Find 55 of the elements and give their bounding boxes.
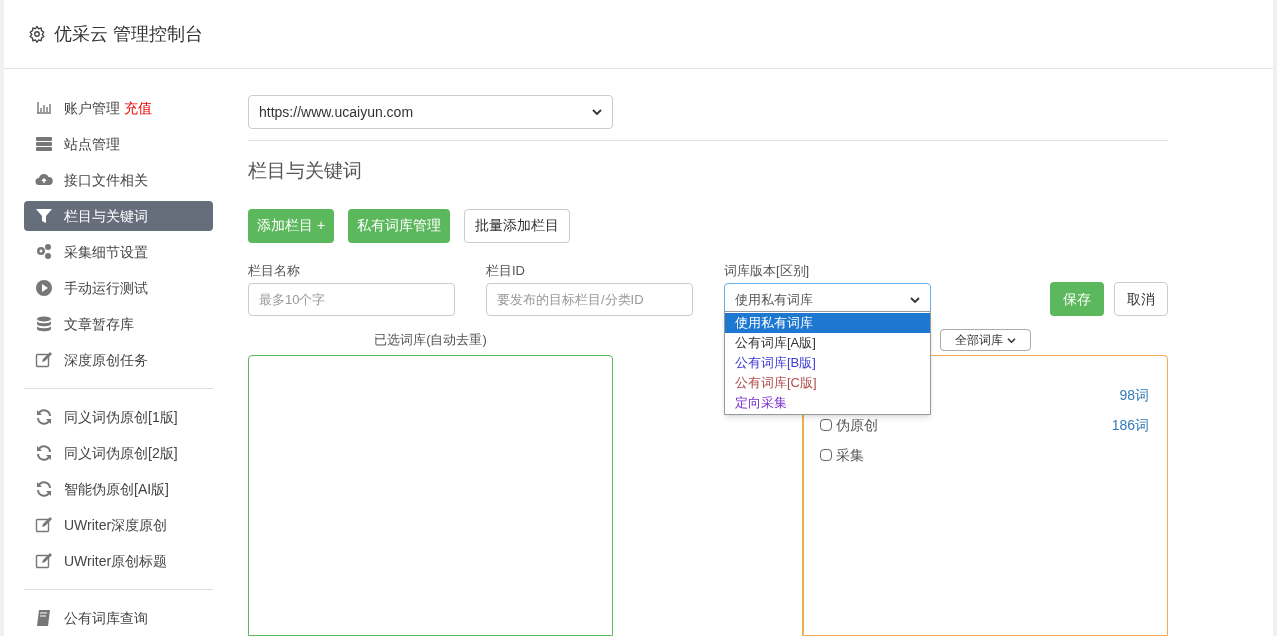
gears-icon — [35, 243, 53, 261]
word-count: 98词 — [1119, 385, 1149, 405]
sidebar-item[interactable]: 深度原创任务 — [24, 345, 213, 375]
filter-icon — [35, 207, 53, 225]
toolbar-button[interactable]: 批量添加栏目 — [464, 208, 571, 243]
sidebar-item[interactable]: 手动运行测试 — [24, 273, 213, 303]
checkbox[interactable] — [820, 419, 832, 431]
cancel-button[interactable]: 取消 — [1114, 282, 1168, 316]
sidebar-item[interactable]: 站点管理 — [24, 129, 213, 159]
library-filter-select[interactable]: 全部词库 — [940, 329, 1031, 351]
sidebar-item[interactable]: 同义词伪原创[1版] — [24, 402, 213, 432]
word-count: 186词 — [1111, 415, 1149, 435]
chevron-down-icon — [592, 108, 602, 116]
refresh-icon — [35, 444, 53, 462]
chevron-down-icon — [1007, 336, 1016, 344]
library-name: 伪原创 — [836, 415, 878, 435]
book-icon — [35, 609, 53, 627]
input-field[interactable]: 要发布的目标栏目/分类ID — [486, 283, 693, 316]
sidebar-item[interactable]: 栏目与关键词 — [24, 201, 213, 231]
checkbox[interactable] — [820, 449, 832, 461]
sidebar-item[interactable]: UWriter深度原创 — [24, 510, 213, 540]
dropdown-option[interactable]: 公有词库[C版] — [725, 372, 930, 393]
field-label: 栏目名称 — [248, 261, 301, 280]
sidebar-item[interactable]: 文章暂存库 — [24, 309, 213, 339]
recharge-link[interactable]: 充值 — [124, 97, 152, 119]
field-label: 词库版本[区别] — [724, 261, 811, 280]
field-label: 栏目ID — [486, 261, 526, 280]
site-select[interactable]: https://www.ucaiyun.com — [248, 95, 613, 129]
dropdown-option[interactable]: 使用私有词库 — [725, 312, 930, 333]
sidebar-item[interactable]: 公有词库查询 — [24, 603, 213, 633]
edit-icon — [35, 516, 53, 534]
refresh-icon — [35, 408, 53, 426]
sidebar-item[interactable]: 接口文件相关 — [24, 165, 213, 195]
sidebar-item[interactable]: 采集细节设置 — [24, 237, 213, 267]
input-field[interactable]: 最多10个字 — [248, 283, 455, 316]
chevron-down-icon — [910, 295, 920, 304]
library-name: 采集 — [836, 445, 864, 465]
settings-icon — [28, 25, 46, 43]
sidebar-item[interactable]: 智能伪原创[AI版] — [24, 474, 213, 504]
section-title: 栏目与关键词 — [248, 159, 363, 183]
edit-icon — [35, 552, 53, 570]
refresh-icon — [35, 480, 53, 498]
app-title: 优采云 管理控制台 — [54, 22, 203, 46]
bar-chart-icon — [35, 99, 53, 117]
dropdown-option[interactable]: 公有词库[B版] — [725, 352, 930, 373]
edit-icon — [35, 351, 53, 369]
dropdown-option[interactable]: 定向采集 — [725, 392, 930, 413]
dropdown-option[interactable]: 公有词库[A版] — [725, 332, 930, 353]
database-icon — [35, 315, 53, 333]
sidebar-item[interactable]: 同义词伪原创[2版] — [24, 438, 213, 468]
server-icon — [35, 135, 53, 153]
play-icon — [35, 279, 53, 297]
panel-title: 已选词库(自动去重) — [374, 331, 487, 349]
sidebar-item[interactable]: 账户管理 充值 — [24, 93, 213, 123]
sidebar-item[interactable]: UWriter原创标题 — [24, 546, 213, 576]
